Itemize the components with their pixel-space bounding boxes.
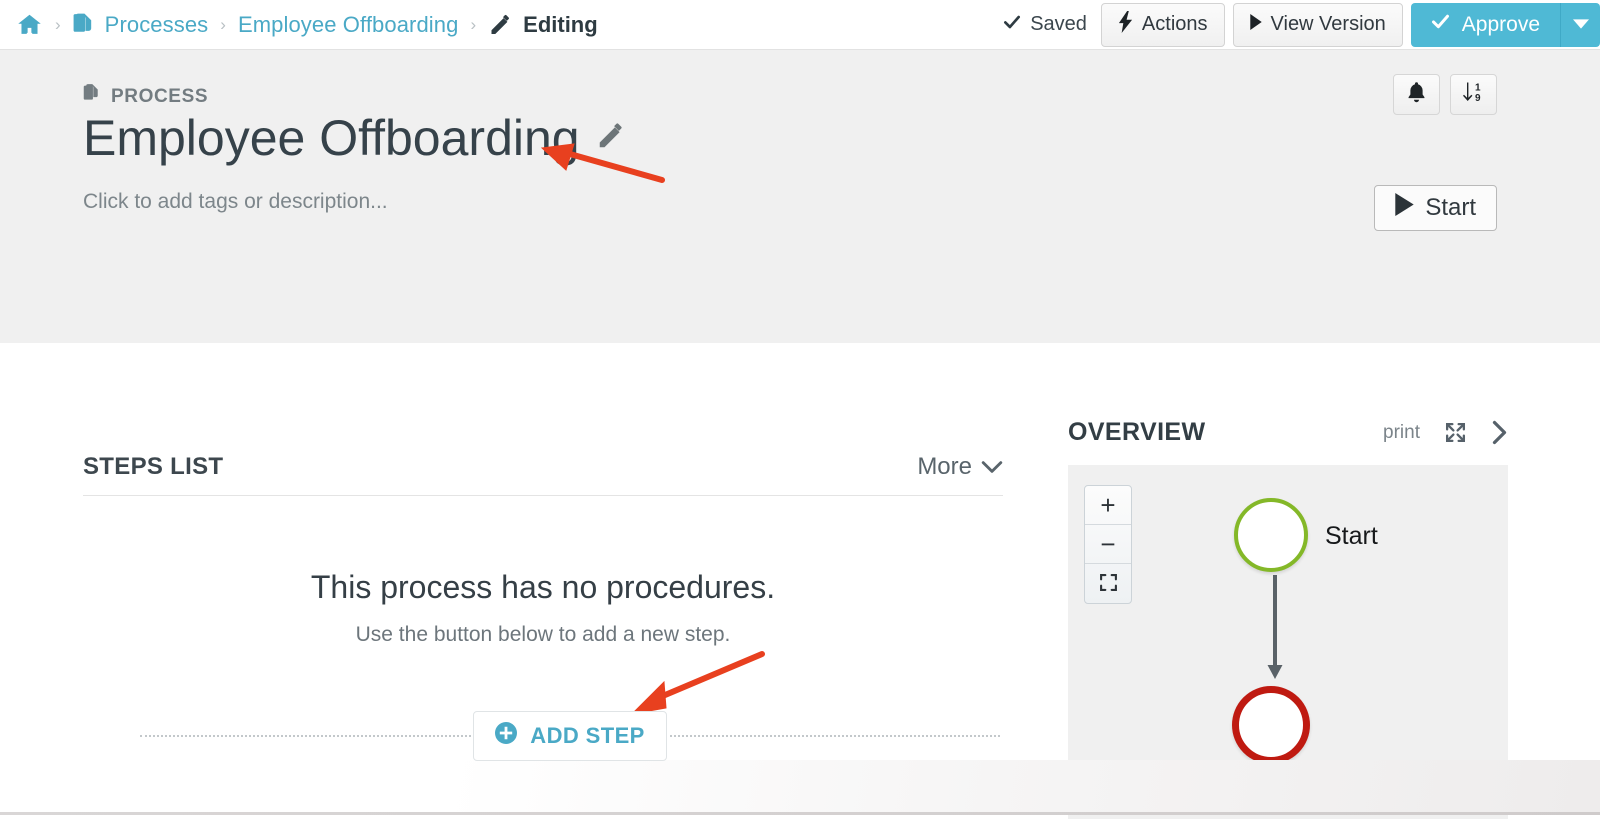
breadcrumb-separator: › bbox=[470, 14, 477, 34]
diagram-zoom-controls: + − bbox=[1084, 485, 1132, 604]
check-icon bbox=[1001, 12, 1023, 38]
page-title: Employee Offboarding bbox=[83, 110, 580, 166]
tags-description-placeholder[interactable]: Click to add tags or description... bbox=[83, 190, 388, 214]
main-content: STEPS LIST More This process has no proc… bbox=[0, 343, 1600, 819]
diagram-node-end-label: End bbox=[1242, 770, 1287, 798]
notifications-button[interactable] bbox=[1393, 74, 1440, 115]
top-bar-actions: Saved Actions View Version Approve bbox=[1001, 0, 1600, 50]
plus-circle-icon bbox=[495, 722, 518, 750]
actions-label: Actions bbox=[1141, 13, 1208, 35]
approve-dropdown-toggle[interactable] bbox=[1560, 2, 1600, 47]
approve-button-group: Approve bbox=[1410, 2, 1600, 47]
steps-list-header: STEPS LIST More bbox=[83, 453, 1003, 496]
caret-down-icon bbox=[1572, 16, 1589, 34]
fit-screen-icon bbox=[1099, 568, 1118, 599]
actions-button[interactable]: Actions bbox=[1100, 2, 1225, 47]
zoom-in-button[interactable]: + bbox=[1085, 486, 1131, 525]
breadcrumb-item-employee-offboarding[interactable]: Employee Offboarding bbox=[238, 12, 459, 38]
zoom-fit-button[interactable] bbox=[1085, 564, 1131, 603]
steps-empty-state: This process has no procedures. Use the … bbox=[83, 496, 1003, 647]
expand-arrows-icon[interactable] bbox=[1444, 421, 1467, 444]
diagram-node-end[interactable] bbox=[1232, 686, 1310, 764]
breadcrumb-separator: › bbox=[220, 14, 226, 34]
page-title-row: Employee Offboarding bbox=[83, 111, 626, 166]
zoom-out-button[interactable]: − bbox=[1085, 525, 1131, 564]
diagram-edge-start-to-end bbox=[1267, 575, 1283, 679]
start-button[interactable]: Start bbox=[1374, 185, 1497, 231]
overview-print-button[interactable]: print bbox=[1383, 422, 1420, 444]
documents-icon bbox=[83, 83, 102, 110]
breadcrumb-item-editing: Editing bbox=[523, 11, 598, 37]
steps-list-panel: STEPS LIST More This process has no proc… bbox=[83, 453, 1003, 647]
sort-order-button[interactable]: 1 9 bbox=[1450, 74, 1497, 115]
breadcrumb-separator: › bbox=[55, 14, 61, 34]
saved-status: Saved bbox=[1001, 12, 1087, 38]
process-kicker-label: PROCESS bbox=[111, 85, 209, 107]
check-icon bbox=[1429, 11, 1452, 38]
overview-panel: OVERVIEW print + − Start End bbox=[1068, 418, 1508, 819]
svg-text:9: 9 bbox=[1475, 93, 1481, 104]
svg-text:1: 1 bbox=[1475, 83, 1481, 94]
saved-label: Saved bbox=[1030, 13, 1087, 35]
chevron-right-icon[interactable] bbox=[1491, 420, 1508, 445]
documents-icon bbox=[73, 12, 95, 37]
overview-tools: print bbox=[1383, 420, 1508, 445]
process-kicker: PROCESS bbox=[83, 83, 208, 110]
top-bar: › Processes › Employee Offboarding › Edi… bbox=[0, 0, 1600, 50]
diagram-node-start-label: Start bbox=[1325, 522, 1378, 550]
empty-state-subtitle: Use the button below to add a new step. bbox=[355, 623, 731, 646]
view-version-label: View Version bbox=[1270, 13, 1386, 35]
overview-header: OVERVIEW print bbox=[1068, 418, 1508, 457]
chevron-down-icon bbox=[981, 453, 1003, 481]
lightning-bolt-icon bbox=[1118, 10, 1133, 39]
add-step-divider-right bbox=[664, 735, 1000, 737]
start-button-label: Start bbox=[1425, 194, 1476, 221]
overview-diagram-canvas[interactable]: + − Start End bbox=[1068, 465, 1508, 819]
header-icon-buttons: 1 9 bbox=[1393, 74, 1497, 115]
breadcrumb-item-processes[interactable]: Processes bbox=[105, 12, 209, 38]
bell-icon bbox=[1406, 81, 1427, 109]
home-icon[interactable] bbox=[16, 12, 43, 37]
edit-title-pencil-icon[interactable] bbox=[596, 121, 626, 157]
process-header-panel: PROCESS Employee Offboarding Click to ad… bbox=[0, 50, 1600, 343]
pencil-icon bbox=[488, 13, 513, 37]
steps-more-label: More bbox=[917, 453, 972, 480]
empty-state-title: This process has no procedures. bbox=[310, 569, 776, 605]
steps-more-button[interactable]: More bbox=[917, 453, 1003, 481]
add-step-button[interactable]: ADD STEP bbox=[473, 711, 667, 761]
steps-list-title: STEPS LIST bbox=[83, 453, 224, 480]
play-triangle-icon bbox=[1395, 193, 1415, 223]
add-step-row: ADD STEP bbox=[140, 711, 1000, 761]
diagram-node-start[interactable] bbox=[1234, 498, 1308, 572]
play-triangle-icon bbox=[1249, 13, 1262, 36]
approve-button[interactable]: Approve bbox=[1410, 2, 1560, 47]
breadcrumb: › Processes › Employee Offboarding › Edi… bbox=[0, 12, 1001, 38]
add-step-label: ADD STEP bbox=[530, 723, 645, 748]
view-version-button[interactable]: View Version bbox=[1232, 2, 1403, 47]
approve-label: Approve bbox=[1461, 12, 1540, 36]
overview-title: OVERVIEW bbox=[1068, 418, 1206, 446]
sort-numeric-down-icon: 1 9 bbox=[1461, 80, 1487, 109]
add-step-divider-left bbox=[140, 735, 476, 737]
